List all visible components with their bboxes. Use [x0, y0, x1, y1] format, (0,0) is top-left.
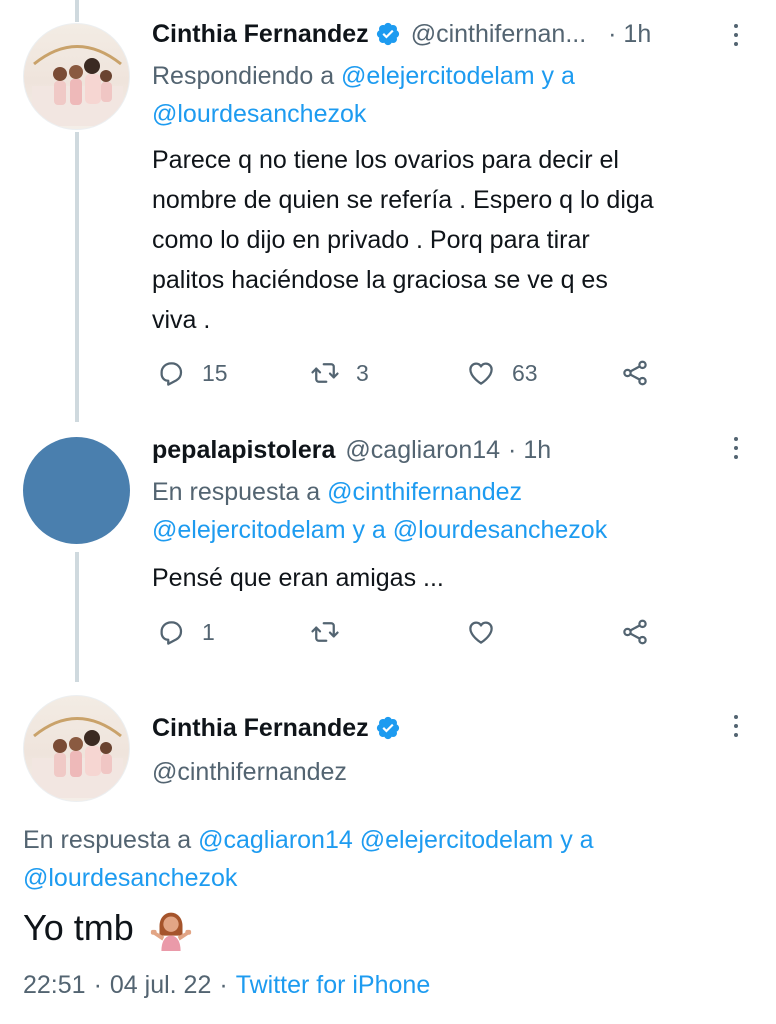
user-handle[interactable]: @cagliaron14 — [345, 436, 500, 465]
reply-button[interactable]: 15 — [156, 358, 228, 388]
replying-to: En respuesta a @cinthifernandez @elejerc… — [152, 473, 607, 549]
tweet-text-content: Yo tmb — [23, 907, 134, 948]
mention-link[interactable]: @elejercitodelam — [341, 62, 535, 90]
retweet-count: 3 — [356, 359, 369, 386]
mention-link[interactable]: @lourdesanchezok — [152, 100, 366, 128]
reply-icon — [160, 362, 183, 386]
like-count: 63 — [512, 359, 538, 386]
mention-link[interactable]: @elejercitodelam — [360, 826, 554, 854]
avatar[interactable] — [23, 437, 130, 544]
timestamp[interactable]: · 1h — [508, 436, 551, 465]
timestamp[interactable]: · 1h — [608, 20, 651, 49]
tweet-source-link[interactable]: Twitter for iPhone — [236, 971, 431, 1000]
tweet-text-line: Parece q no tiene los ovarios para decir… — [152, 146, 619, 174]
meta-separator: · — [219, 970, 228, 999]
replying-to-label: En respuesta a — [23, 826, 192, 854]
mention-link[interactable]: @lourdesanchezok — [393, 516, 607, 544]
tweet-text-line: nombre de quien se refería . Espero q lo… — [152, 186, 654, 214]
tweet-date[interactable]: 04 jul. 22 — [110, 971, 211, 1000]
like-icon — [469, 621, 493, 644]
tweet-text-line: como lo dijo en privado . Porq para tira… — [152, 226, 590, 254]
replying-to: Respondiendo a @elejercitodelam y a @lou… — [152, 57, 575, 133]
replying-to: En respuesta a @cagliaron14 @elejercitod… — [23, 821, 594, 897]
reply-count: 15 — [202, 359, 228, 386]
more-options-icon[interactable] — [731, 24, 741, 51]
thread-line-tweet2 — [75, 552, 79, 682]
replying-to-label: En respuesta a — [152, 478, 321, 506]
tweet-meta: 22:51 · 04 jul. 22 · Twitter for iPhone — [23, 968, 430, 1002]
reply-button[interactable]: 1 — [156, 617, 215, 647]
verified-badge-icon — [376, 22, 399, 46]
mention-link[interactable]: @cagliaron14 — [198, 826, 353, 854]
retweet-button[interactable]: 3 — [310, 358, 369, 388]
more-options-icon[interactable] — [731, 437, 741, 464]
avatar-photo — [32, 717, 123, 798]
verified-badge-icon — [376, 716, 399, 740]
tweet-text-line: viva . — [152, 306, 211, 334]
meta-separator: · — [93, 970, 102, 999]
retweet-button[interactable] — [310, 617, 340, 647]
retweet-icon — [311, 622, 339, 642]
retweet-icon — [311, 363, 339, 383]
replying-to-label: Respondiendo a — [152, 62, 335, 90]
display-name[interactable]: Cinthia Fernandez — [152, 714, 369, 743]
mention-link[interactable]: @lourdesanchezok — [23, 864, 237, 892]
tweet-text-line: palitos haciéndose la graciosa se ve q e… — [152, 266, 608, 294]
like-button[interactable]: 63 — [466, 358, 538, 388]
tweet-text: Yo tmb — [23, 905, 194, 951]
more-options-icon[interactable] — [731, 715, 741, 742]
replying-to-joiner: y a — [560, 826, 594, 854]
thread-line-tweet1 — [75, 132, 79, 422]
tweet-header: pepalapistolera @cagliaron14 · 1h — [152, 433, 551, 467]
person-shrugging-emoji — [150, 912, 191, 951]
mention-link[interactable]: @elejercitodelam — [152, 516, 346, 544]
display-name[interactable]: pepalapistolera — [152, 436, 335, 465]
thread-line-top — [75, 0, 79, 22]
replying-to-joiner: y a — [352, 516, 386, 544]
reply-count: 1 — [202, 618, 215, 645]
reply-icon — [160, 621, 183, 645]
avatar[interactable] — [23, 23, 130, 130]
tweet-header: Cinthia Fernandez @cinthifernan... · 1h — [152, 17, 651, 51]
tweet-time[interactable]: 22:51 — [23, 971, 86, 1000]
tweet-text: Pensé que eran amigas ... — [152, 564, 444, 592]
like-icon — [469, 362, 493, 385]
share-icon — [623, 360, 647, 386]
share-icon — [623, 619, 647, 645]
share-button[interactable] — [620, 617, 650, 647]
handle-row: @cinthifernandez — [152, 755, 347, 789]
avatar[interactable] — [23, 695, 130, 802]
like-button[interactable] — [466, 617, 496, 647]
share-button[interactable] — [620, 358, 650, 388]
mention-link[interactable]: @cinthifernandez — [327, 478, 522, 506]
replying-to-joiner: y a — [541, 62, 575, 90]
avatar-photo — [32, 45, 123, 126]
display-name[interactable]: Cinthia Fernandez — [152, 20, 369, 49]
user-handle[interactable]: @cinthifernandez — [152, 758, 347, 787]
user-handle[interactable]: @cinthifernan... — [411, 20, 586, 49]
tweet-header: Cinthia Fernandez — [152, 711, 401, 745]
tweet-text: Parece q no tiene los ovarios para decir… — [152, 140, 654, 340]
